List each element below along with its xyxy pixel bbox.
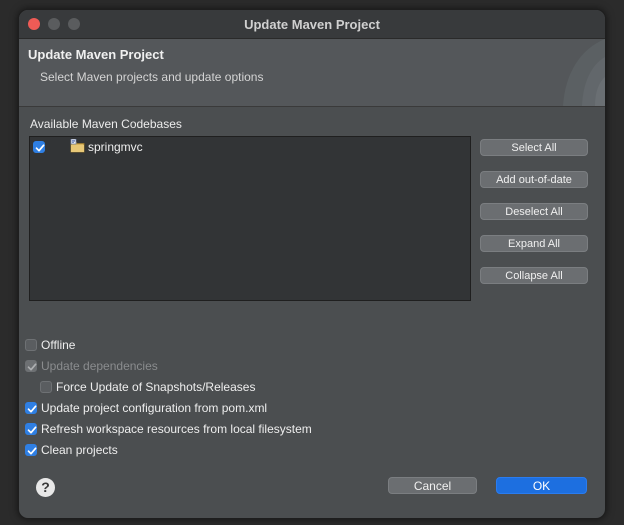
refresh-workspace-label: Refresh workspace resources from local f… — [41, 422, 312, 436]
checkmark-icon — [27, 426, 37, 434]
codebase-name: springmvc — [88, 140, 143, 154]
update-config-label: Update project configuration from pom.xm… — [41, 401, 268, 415]
update-maven-project-dialog: Update Maven Project Update Maven Projec… — [18, 9, 606, 519]
banner-decoration-graphic — [563, 39, 605, 106]
offline-label: Offline — [41, 338, 76, 352]
checkmark-icon — [27, 405, 37, 413]
clean-projects-checkbox[interactable] — [25, 444, 37, 456]
title-bar: Update Maven Project — [19, 10, 605, 39]
force-update-checkbox[interactable] — [40, 381, 52, 393]
maven-project-folder-icon — [70, 139, 85, 153]
codebase-tree[interactable]: springmvc — [29, 136, 471, 301]
dialog-banner: Update Maven Project Select Maven projec… — [19, 39, 605, 107]
update-dependencies-label: Update dependencies — [41, 359, 158, 373]
deselect-all-button[interactable]: Deselect All — [480, 203, 588, 220]
ok-button[interactable]: OK — [496, 477, 587, 494]
list-item[interactable]: springmvc — [32, 139, 462, 155]
add-out-of-date-button[interactable]: Add out-of-date — [480, 171, 588, 188]
checkmark-icon — [27, 363, 37, 371]
clean-projects-label: Clean projects — [41, 443, 118, 457]
cancel-button[interactable]: Cancel — [388, 477, 477, 494]
force-update-label: Force Update of Snapshots/Releases — [56, 380, 256, 394]
help-icon[interactable]: ? — [36, 478, 55, 497]
window-title: Update Maven Project — [244, 17, 380, 32]
offline-checkbox[interactable] — [25, 339, 37, 351]
springmvc-checkbox[interactable] — [33, 141, 45, 153]
select-all-button[interactable]: Select All — [480, 139, 588, 156]
banner-subtitle: Select Maven projects and update options — [40, 70, 264, 84]
update-config-checkbox[interactable] — [25, 402, 37, 414]
checkmark-icon — [35, 144, 45, 152]
refresh-workspace-checkbox[interactable] — [25, 423, 37, 435]
checkmark-icon — [27, 447, 37, 455]
expand-all-button[interactable]: Expand All — [480, 235, 588, 252]
update-dependencies-checkbox — [25, 360, 37, 372]
collapse-all-button[interactable]: Collapse All — [480, 267, 588, 284]
banner-title: Update Maven Project — [28, 47, 164, 62]
codebases-label: Available Maven Codebases — [30, 117, 182, 131]
